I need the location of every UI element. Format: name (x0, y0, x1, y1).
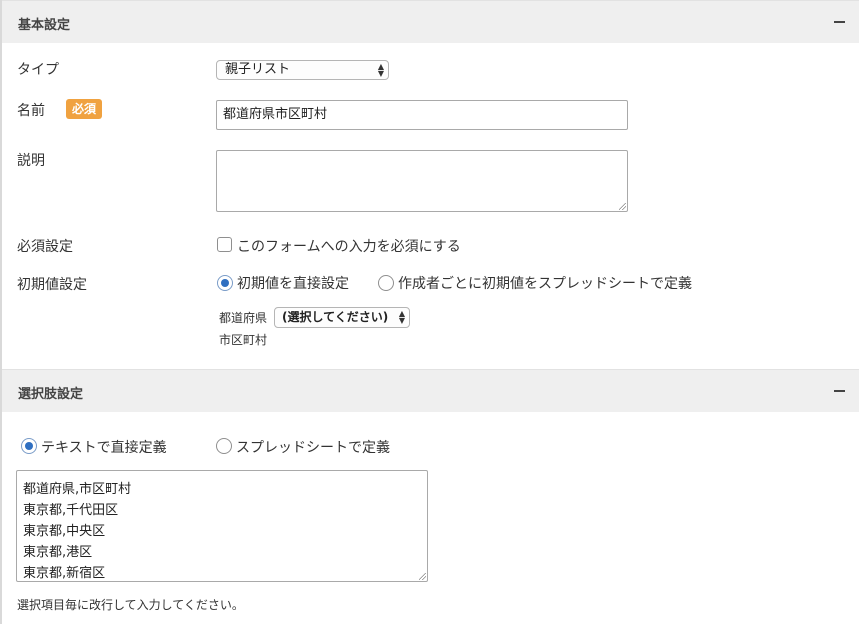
name-input-value: 都道府県市区町村 (223, 107, 328, 122)
parent-select[interactable]: (選択してください) ▲ ▼ (274, 307, 410, 328)
type-select-value: 親子リスト (225, 62, 291, 77)
required-checkbox-label[interactable]: このフォームへの入力を必須にする (237, 236, 461, 256)
basic-settings-title: 基本設定 (18, 18, 71, 33)
choice-line: 東京都,港区 (23, 545, 93, 560)
resize-grip-icon[interactable] (619, 203, 626, 210)
choices-text-radio[interactable] (21, 438, 37, 454)
collapse-icon[interactable] (834, 21, 845, 23)
initial-direct-label[interactable]: 初期値を直接設定 (237, 273, 349, 293)
initial-spreadsheet-radio[interactable] (378, 275, 394, 291)
name-label: 名前 (17, 103, 45, 119)
initial-spreadsheet-label[interactable]: 作成者ごとに初期値をスプレッドシートで定義 (398, 273, 692, 293)
required-setting-label: 必須設定 (17, 239, 73, 255)
resize-grip-icon[interactable] (419, 573, 426, 580)
select-arrows-icon: ▲ ▼ (377, 62, 384, 78)
type-label: タイプ (17, 62, 59, 78)
type-select[interactable]: 親子リスト ▲ ▼ (216, 60, 389, 80)
required-badge: 必須 (66, 99, 103, 119)
child-field-label: 市区町村 (219, 333, 268, 347)
left-border (0, 0, 2, 624)
choices-settings-title: 選択肢設定 (18, 387, 84, 402)
choices-spreadsheet-label[interactable]: スプレッドシートで定義 (236, 437, 390, 457)
choice-line: 東京都,中央区 (23, 524, 106, 539)
choice-line: 都道府県,市区町村 (23, 482, 132, 497)
initial-value-label: 初期値設定 (17, 277, 87, 293)
description-label: 説明 (17, 153, 45, 169)
description-textarea[interactable] (216, 150, 628, 212)
choices-settings-header[interactable]: 選択肢設定 (2, 369, 859, 412)
required-checkbox[interactable] (217, 237, 232, 252)
name-input[interactable]: 都道府県市区町村 (216, 100, 628, 130)
basic-settings-header[interactable]: 基本設定 (2, 0, 859, 43)
choice-line: 東京都,新宿区 (23, 566, 106, 581)
choices-help-text: 選択項目毎に改行して入力してください。 (17, 598, 244, 612)
choices-textarea[interactable]: 都道府県,市区町村 東京都,千代田区 東京都,中央区 東京都,港区 東京都,新宿… (16, 470, 428, 582)
collapse-icon[interactable] (834, 390, 845, 392)
initial-direct-radio[interactable] (217, 275, 233, 291)
choice-line: 東京都,千代田区 (23, 503, 119, 518)
parent-select-value: (選択してください) (282, 310, 389, 324)
select-arrows-icon: ▲ ▼ (398, 309, 405, 325)
choices-text-label[interactable]: テキストで直接定義 (41, 437, 167, 457)
choices-spreadsheet-radio[interactable] (216, 438, 232, 454)
parent-field-label: 都道府県 (219, 311, 268, 325)
